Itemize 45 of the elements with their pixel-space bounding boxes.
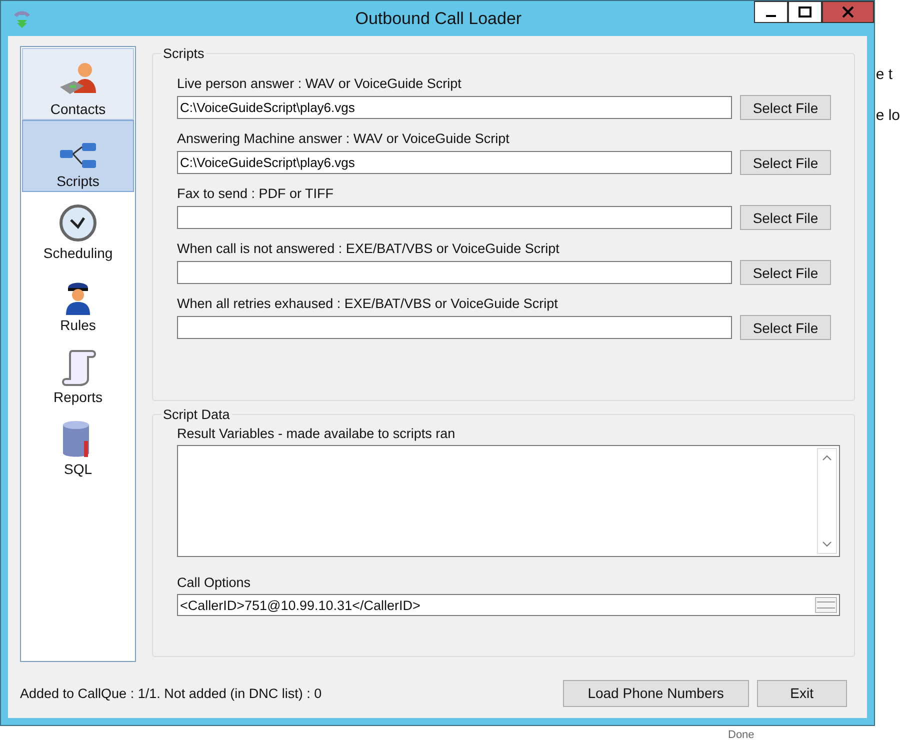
text-field[interactable] — [177, 261, 732, 284]
sidebar-item[interactable]: SQL — [22, 408, 134, 480]
background-text: Done — [728, 729, 754, 740]
select-file-button[interactable]: Select File — [740, 150, 831, 175]
minimize-button[interactable] — [754, 1, 788, 23]
field-label: Call Options — [177, 575, 252, 590]
field-label: Result Variables - made availabe to scripts ran — [177, 426, 456, 441]
phone-icon — [11, 8, 33, 28]
text-field[interactable]: C:\VoiceGuideScript\play6.vgs — [177, 96, 732, 119]
field-label: Fax to send : PDF or TIFF — [177, 186, 335, 201]
sidebar-item[interactable]: Scripts — [22, 120, 134, 192]
maximize-icon — [798, 6, 812, 18]
select-file-button[interactable]: Select File — [740, 205, 831, 230]
field-label: When all retries exhaused : EXE/BAT/VBS or VoiceGuide Script — [177, 296, 559, 311]
minimize-icon — [766, 15, 776, 17]
field-label: Answering Machine answer : WAV or VoiceGuide Script — [177, 131, 510, 146]
field-label: When call is not answered : EXE/BAT/VBS or VoiceGuide Script — [177, 241, 560, 256]
close-icon — [842, 6, 854, 18]
select-file-button[interactable]: Select File — [740, 315, 831, 340]
text-field[interactable] — [177, 316, 732, 339]
group-title: Script Data — [162, 407, 231, 422]
sidebar-item[interactable]: Contacts — [22, 48, 134, 120]
background-text: e lo — [876, 107, 900, 124]
hierarchy-icon — [58, 141, 98, 171]
sidebar-item[interactable]: Rules — [22, 264, 134, 336]
text-area[interactable] — [177, 445, 840, 557]
status-text: Added to CallQue : 1/1. Not added (in DNC list) : 0 — [20, 686, 322, 700]
load-button[interactable]: Load Phone Numbers — [562, 680, 749, 706]
window-title: Outbound Call Loader — [354, 8, 523, 28]
select-file-button[interactable]: Select File — [740, 260, 831, 285]
sidebar-item[interactable]: Scheduling — [22, 192, 134, 264]
text-field[interactable] — [177, 206, 732, 229]
exit-button[interactable]: Exit — [756, 680, 847, 706]
scrollbar[interactable] — [816, 448, 837, 554]
sidebar-item[interactable]: Reports — [22, 336, 134, 408]
group-title: Scripts — [162, 46, 206, 61]
expand-icon — [814, 597, 837, 613]
maximize-button[interactable] — [788, 1, 822, 23]
field-label: Live person answer : WAV or VoiceGuide Script — [177, 76, 462, 91]
select-file-button[interactable]: Select File — [740, 95, 831, 120]
call-options-field[interactable]: <CallerID>751@10.99.10.31</CallerID> — [177, 594, 840, 616]
background-text: e t — [876, 66, 894, 83]
text-field[interactable]: C:\VoiceGuideScript\play6.vgs — [177, 151, 732, 174]
close-button[interactable] — [822, 1, 874, 23]
clock-icon — [58, 203, 98, 243]
